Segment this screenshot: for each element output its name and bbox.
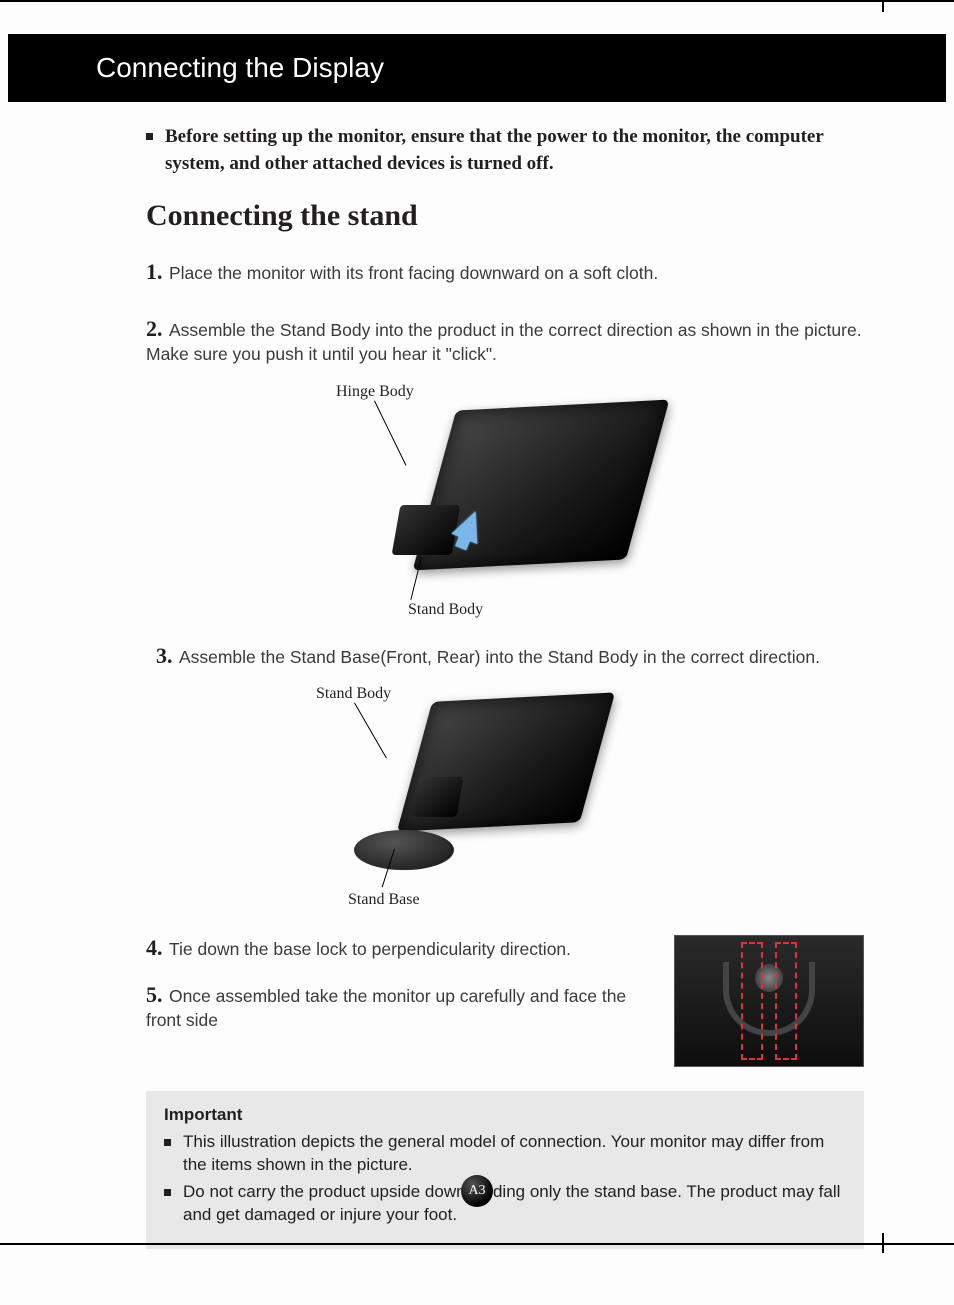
page-number-badge: A3 <box>461 1175 493 1207</box>
bullet-icon <box>164 1189 171 1196</box>
power-warning: Before setting up the monitor, ensure th… <box>146 124 864 177</box>
step-4: 4. Tie down the base lock to perpendicul… <box>146 935 652 962</box>
highlight-box-left <box>741 942 763 1060</box>
figure-2-label-stand-base: Stand Base <box>348 891 420 909</box>
step-1: 1. Place the monitor with its front faci… <box>146 259 864 286</box>
step-4-number: 4. <box>146 935 163 960</box>
power-warning-text: Before setting up the monitor, ensure th… <box>165 124 864 177</box>
important-note-box: Important This illustration depicts the … <box>146 1091 864 1249</box>
important-item-1: This illustration depicts the general mo… <box>164 1131 846 1177</box>
step-2-text: Assemble the Stand Body into the product… <box>146 320 862 365</box>
important-item-2-text: Do not carry the product upside down hol… <box>183 1181 846 1227</box>
stand-body-illustration <box>392 505 461 555</box>
step-1-text: Place the monitor with its front facing … <box>169 263 658 283</box>
stand-body-illustration <box>412 777 463 817</box>
base-lock-illustration <box>674 935 864 1067</box>
step-2-number: 2. <box>146 316 163 341</box>
step-4-text: Tie down the base lock to perpendiculari… <box>169 939 571 959</box>
step-5: 5. Once assembled take the monitor up ca… <box>146 982 652 1033</box>
step-3-number: 3. <box>156 643 173 668</box>
crop-mark-top <box>0 0 954 2</box>
crop-mark-bottom <box>0 1243 954 1245</box>
page-header-title: Connecting the Display <box>96 52 384 84</box>
step-5-text: Once assembled take the monitor up caref… <box>146 986 626 1031</box>
section-heading: Connecting the stand <box>146 199 864 233</box>
leader-line <box>354 703 387 759</box>
figure-1: Hinge Body Stand Body <box>316 385 696 615</box>
important-item-2: Do not carry the product upside down hol… <box>164 1181 846 1227</box>
step-2: 2. Assemble the Stand Body into the prod… <box>146 316 864 367</box>
highlight-box-right <box>775 942 797 1060</box>
figure-1-label-stand-body: Stand Body <box>408 601 483 619</box>
bullet-icon <box>164 1139 171 1146</box>
page-content: Before setting up the monitor, ensure th… <box>146 124 864 1249</box>
steps-4-5-row: 4. Tie down the base lock to perpendicul… <box>146 935 864 1067</box>
step-1-number: 1. <box>146 259 163 284</box>
figure-2-label-stand-body: Stand Body <box>316 685 391 703</box>
step-3-text: Assemble the Stand Base(Front, Rear) int… <box>179 647 820 667</box>
figure-2: Stand Body Stand Base <box>306 687 666 907</box>
bullet-icon <box>146 133 153 140</box>
page-header: Connecting the Display <box>8 34 946 102</box>
step-3: 3. Assemble the Stand Base(Front, Rear) … <box>156 643 864 670</box>
stand-base-illustration <box>354 830 454 870</box>
important-title: Important <box>164 1105 846 1125</box>
leader-line <box>374 400 406 465</box>
figure-1-label-hinge: Hinge Body <box>336 383 414 401</box>
page-number: A3 <box>468 1183 485 1199</box>
step-5-number: 5. <box>146 982 163 1007</box>
important-item-1-text: This illustration depicts the general mo… <box>183 1131 846 1177</box>
